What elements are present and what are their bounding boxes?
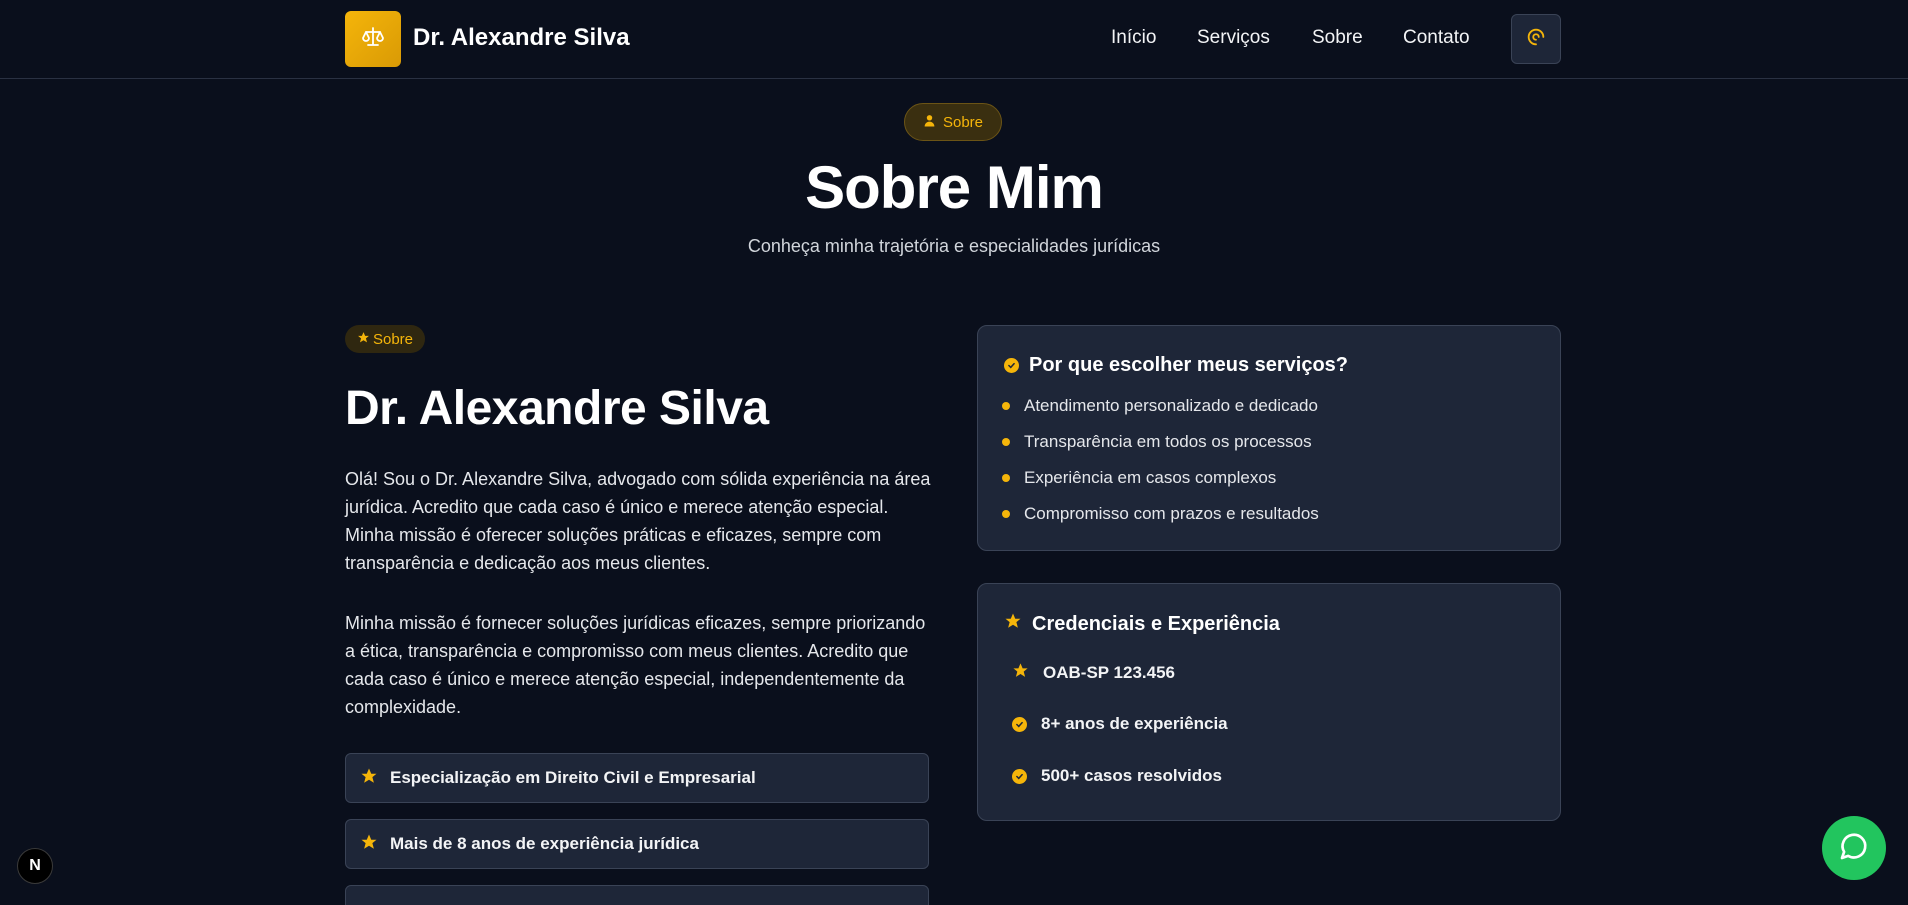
feature-item: Mais de 8 anos de experiência jurídica (345, 819, 929, 869)
check-circle-icon (1012, 716, 1027, 732)
credential-item: OAB-SP 123.456 (1012, 662, 1175, 684)
brand-name[interactable]: Dr. Alexandre Silva (413, 24, 630, 52)
credentials-title: Credenciais e Experiência (1004, 612, 1280, 636)
about-badge: Sobre (345, 325, 425, 353)
theme-toggle-icon (1525, 26, 1547, 53)
star-icon (360, 833, 378, 856)
credentials-card: Credenciais e Experiência OAB-SP 123.456… (977, 583, 1561, 821)
bullet-dot (1002, 474, 1010, 482)
about-paragraph-2: Minha missão é fornecer soluções jurídic… (345, 613, 926, 717)
bullet-dot (1002, 510, 1010, 518)
list-item: Experiência em casos complexos (1002, 468, 1276, 488)
about-paragraph-1: Olá! Sou o Dr. Alexandre Silva, advogado… (345, 469, 931, 573)
logo[interactable] (345, 11, 401, 67)
list-item-label: Transparência em todos os processos (1024, 432, 1312, 451)
check-circle-icon (1004, 358, 1019, 373)
section-badge: Sobre (904, 103, 1002, 141)
bullet-dot (1002, 402, 1010, 410)
list-item-label: Compromisso com prazos e resultados (1024, 504, 1319, 523)
list-item: Atendimento personalizado e dedicado (1002, 396, 1318, 416)
nav-contato[interactable]: Contato (1403, 27, 1470, 49)
list-item: Transparência em todos os processos (1002, 432, 1312, 452)
whatsapp-icon (1838, 830, 1870, 867)
theme-toggle-button[interactable] (1511, 14, 1561, 64)
list-item: Compromisso com prazos e resultados (1002, 504, 1319, 524)
feature-item: Especialização em Direito Civil e Empres… (345, 753, 929, 803)
credentials-title-text: Credenciais e Experiência (1032, 612, 1280, 635)
user-icon (923, 114, 936, 131)
list-item-label: Atendimento personalizado e dedicado (1024, 396, 1318, 415)
scales-icon (361, 25, 385, 54)
page-title: Sobre Mim (805, 154, 1104, 221)
lawyer-name: Dr. Alexandre Silva (345, 382, 769, 435)
star-icon (1012, 662, 1029, 684)
list-item-label: Experiência em casos complexos (1024, 468, 1277, 487)
site-header: Dr. Alexandre Silva Início Serviços Sobr… (0, 0, 1908, 79)
nav-sobre[interactable]: Sobre (1312, 27, 1363, 49)
section-badge-label: Sobre (942, 113, 984, 131)
nav-servicos[interactable]: Serviços (1197, 27, 1270, 49)
nav-inicio[interactable]: Início (1111, 27, 1156, 49)
credential-item: 8+ anos de experiência (1012, 714, 1228, 734)
feature-label: Mais de 8 anos de experiência jurídica (390, 834, 699, 853)
bullet-dot (1002, 438, 1010, 446)
next-dev-badge[interactable]: N (17, 848, 53, 884)
about-badge-label: Sobre (372, 330, 414, 348)
star-icon (357, 331, 370, 348)
feature-label: Especialização em Direito Civil e Empres… (390, 768, 756, 787)
page-subtitle: Conheça minha trajetória e especialidade… (747, 236, 1161, 256)
why-choose-title: Por que escolher meus serviços? (1004, 354, 1348, 377)
check-circle-icon (1012, 768, 1027, 784)
why-choose-card: Por que escolher meus serviços? Atendime… (977, 325, 1561, 551)
why-choose-title-text: Por que escolher meus serviços? (1029, 354, 1349, 376)
credential-label: OAB-SP 123.456 (1043, 663, 1175, 682)
star-icon (360, 767, 378, 790)
whatsapp-button[interactable] (1822, 816, 1886, 880)
feature-item (345, 885, 929, 905)
credential-item: 500+ casos resolvidos (1012, 766, 1222, 786)
star-icon (1004, 612, 1022, 636)
credential-label: 8+ anos de experiência (1041, 714, 1228, 733)
credential-label: 500+ casos resolvidos (1041, 766, 1222, 785)
